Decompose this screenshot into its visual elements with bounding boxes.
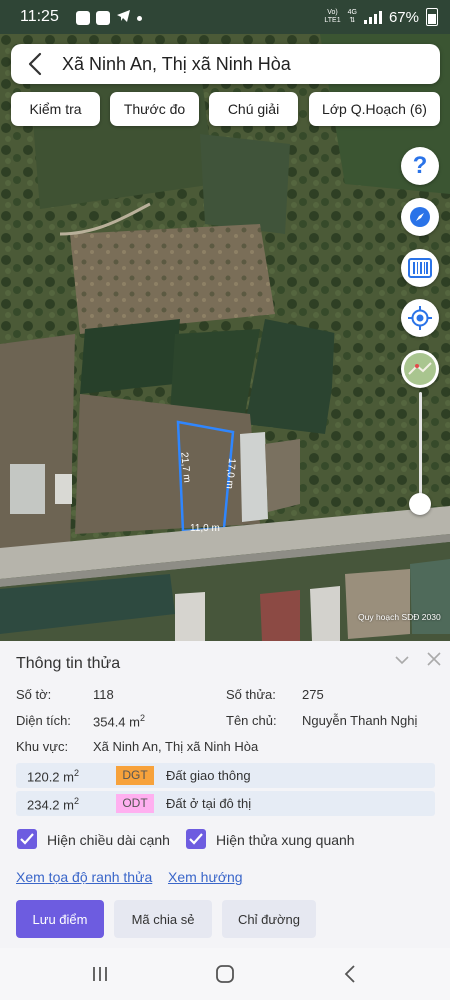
recent-apps-icon[interactable] (87, 962, 113, 986)
owner-label: Tên chủ: (226, 713, 277, 728)
back-arrow-icon (28, 52, 42, 76)
my-location-icon (408, 306, 432, 330)
compass-icon (410, 207, 430, 227)
dimension-label-bottom: 11,0 m (190, 523, 220, 534)
land-code-badge: DGT (116, 766, 154, 785)
show-edge-length-label[interactable]: Hiện chiều dài cạnh (47, 832, 170, 848)
parcel-number-label: Số thửa: (226, 687, 276, 702)
help-icon: ? (412, 152, 428, 179)
data-type-indicator: 4G ⇅ (347, 9, 357, 24)
directions-button[interactable]: Chỉ đường (222, 900, 316, 938)
help-button[interactable]: ? (401, 147, 439, 185)
region-label: Khu vực: (16, 739, 69, 754)
planning-watermark: Quy hoạch SDĐ 2030 (358, 612, 441, 622)
signal-icon (363, 10, 382, 24)
show-edge-length-checkbox[interactable] (17, 829, 37, 849)
area-label: Diện tích: (16, 713, 71, 728)
region-value: Xã Ninh An, Thị xã Ninh Hòa (93, 739, 259, 754)
battery-icon (426, 8, 438, 26)
checkmark-icon (20, 833, 34, 845)
close-icon[interactable] (426, 651, 442, 667)
zoom-slider-knob[interactable] (409, 493, 431, 515)
area-value: 354.4 m2 (93, 713, 145, 730)
system-nav-bar (0, 948, 450, 1000)
checkmark-icon (189, 833, 203, 845)
land-code-badge: ODT (116, 794, 154, 813)
land-use-row: 234.2 m2 ODT Đất ở tại đô thị (16, 791, 435, 816)
location-title: Xã Ninh An, Thị xã Ninh Hòa (62, 54, 291, 74)
planning-layers-button[interactable]: Lớp Q.Hoạch (6) (309, 92, 440, 126)
location-header: Xã Ninh An, Thị xã Ninh Hòa (11, 44, 440, 84)
my-location-button[interactable] (401, 299, 439, 337)
share-code-button[interactable]: Mã chia sẻ (114, 900, 212, 938)
check-button[interactable]: Kiểm tra (11, 92, 100, 126)
view-direction-link[interactable]: Xem hướng (168, 869, 243, 885)
panel-title: Thông tin thửa (16, 655, 121, 672)
compass-button[interactable] (401, 198, 439, 236)
legend-button[interactable]: Chú giải (209, 92, 298, 126)
more-notifications-dot (137, 15, 142, 21)
map-layer-button[interactable] (401, 350, 439, 388)
barcode-button[interactable] (401, 249, 439, 287)
show-neighbors-label[interactable]: Hiện thửa xung quanh (216, 832, 355, 848)
parcel-info-panel: Thông tin thửa Số tờ: 118 Số thửa: 275 D… (0, 641, 450, 948)
land-use-row: 120.2 m2 DGT Đất giao thông (16, 763, 435, 788)
show-neighbors-checkbox[interactable] (186, 829, 206, 849)
telegram-icon (116, 9, 131, 27)
collapse-chevron-icon[interactable] (393, 651, 411, 669)
status-bar: 11:25 Vo) LTE1 4G ⇅ 67% (0, 0, 450, 34)
volte-indicator: Vo) LTE1 (324, 9, 341, 24)
measure-button[interactable]: Thước đo (110, 92, 199, 126)
save-point-button[interactable]: Lưu điểm (16, 900, 104, 938)
status-time: 11:25 (20, 8, 59, 25)
owner-value: Nguyễn Thanh Nghị (302, 713, 418, 728)
app-notification-icon (76, 11, 90, 25)
land-use-desc: Đất ở tại đô thị (166, 796, 252, 811)
notification-icons (76, 9, 142, 27)
back-nav-icon[interactable] (338, 962, 364, 986)
sheet-label: Số tờ: (16, 687, 52, 702)
battery-percent: 67% (388, 8, 419, 26)
gallery-notification-icon (96, 11, 110, 25)
barcode-icon (408, 258, 432, 278)
land-use-desc: Đất giao thông (166, 768, 251, 783)
view-boundary-coords-link[interactable]: Xem tọa độ ranh thửa (16, 869, 152, 885)
sheet-value: 118 (93, 687, 114, 702)
map-layer-icon (404, 353, 436, 385)
parcel-number-value: 275 (302, 687, 324, 702)
back-button[interactable] (21, 50, 51, 78)
home-icon[interactable] (212, 962, 238, 986)
